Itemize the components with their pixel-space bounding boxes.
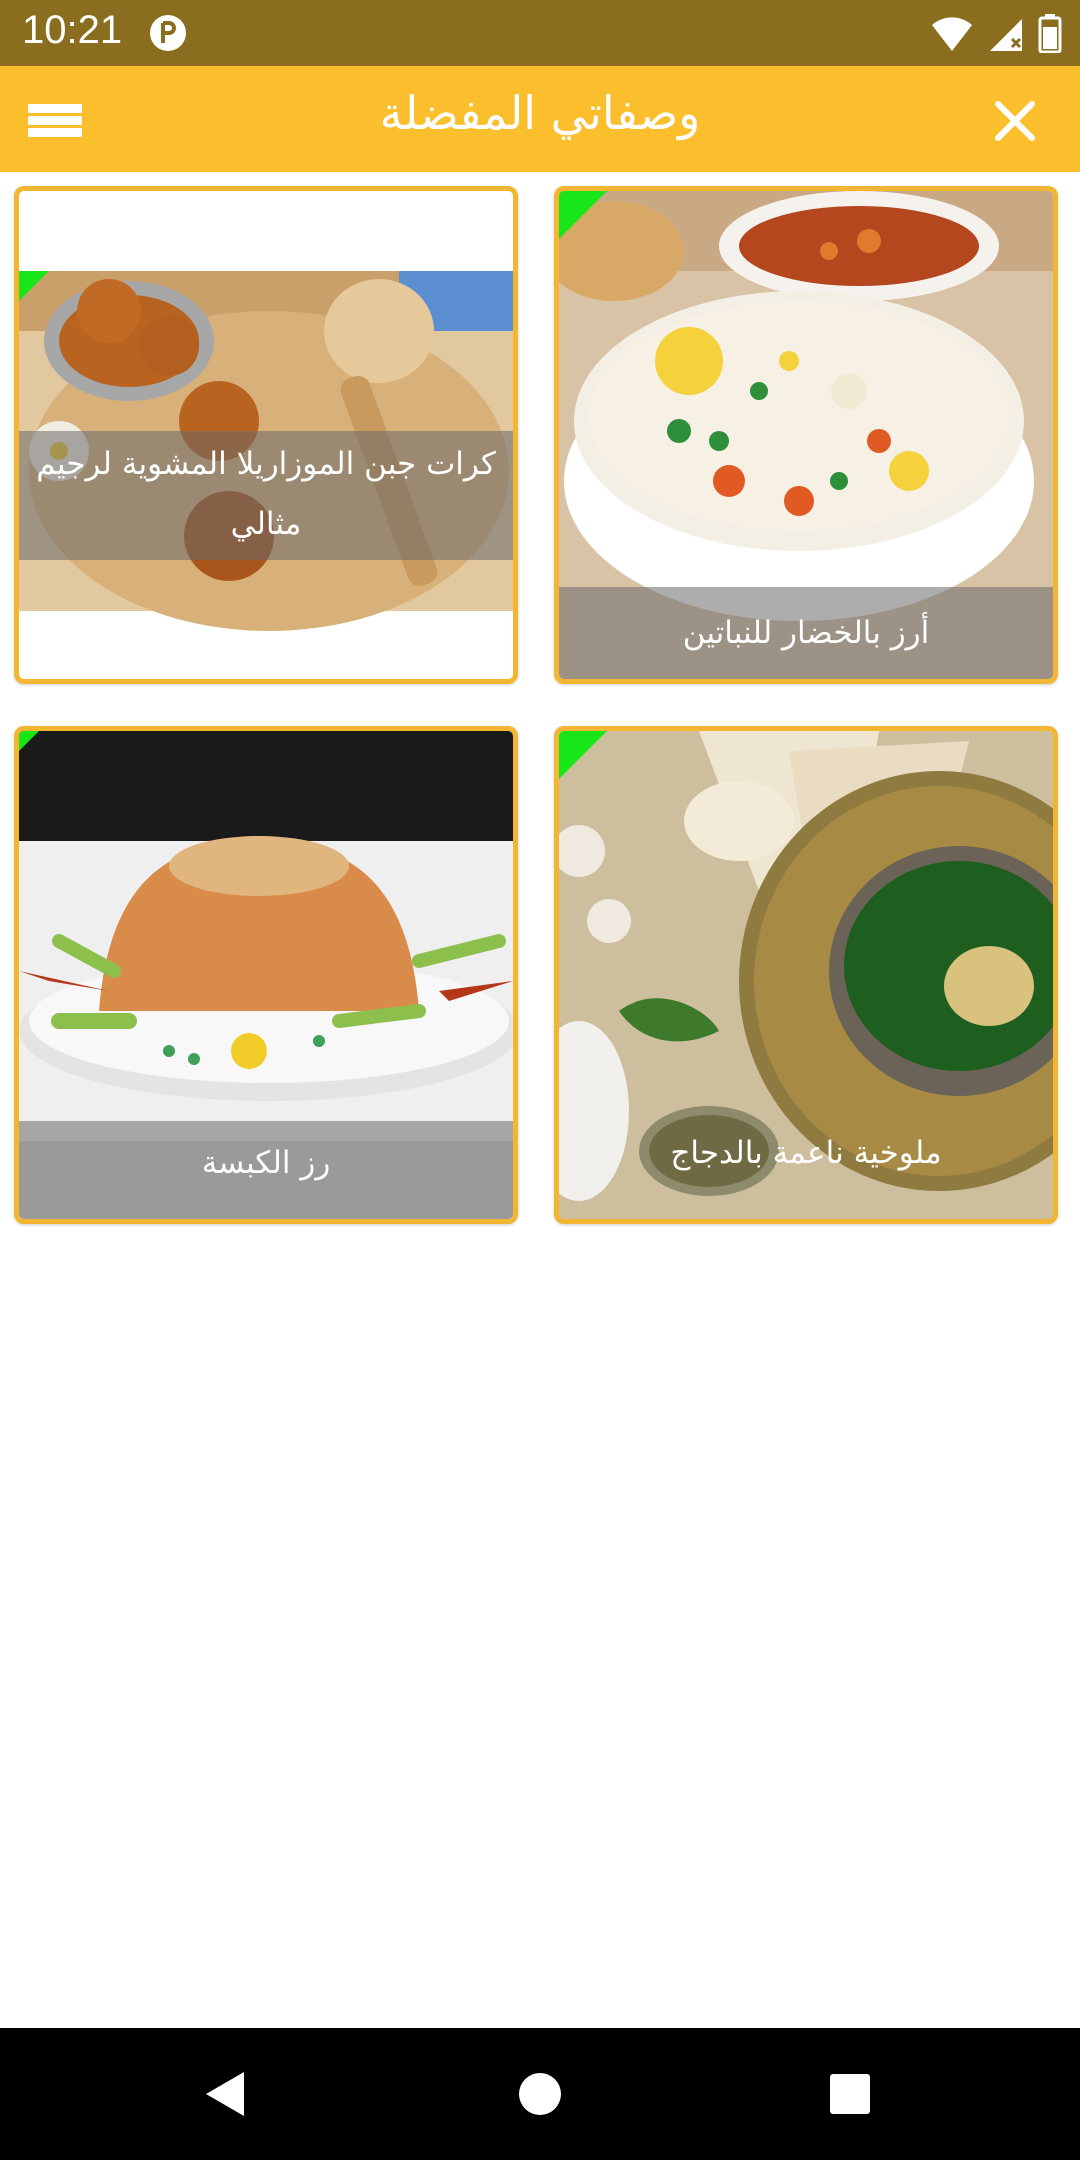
signal-icon: [990, 19, 1022, 51]
new-badge: [19, 271, 49, 301]
navigation-bar: [0, 2028, 1080, 2160]
new-badge: [559, 191, 607, 239]
page-title: وصفاتي المفضلة: [379, 86, 701, 140]
hamburger-menu-icon[interactable]: [22, 96, 88, 146]
recipe-card-kabsa[interactable]: رز الكبسة: [14, 726, 518, 1224]
recipe-title: كرات جبن الموزاريلا المشوية لرجيم مثالي: [19, 431, 513, 560]
recipe-title: رز الكبسة: [19, 1121, 513, 1219]
new-badge: [19, 731, 39, 751]
close-icon[interactable]: [990, 96, 1040, 146]
back-icon[interactable]: [196, 2064, 256, 2124]
wifi-icon: [932, 17, 972, 51]
recents-icon[interactable]: [820, 2064, 880, 2124]
status-icons: [930, 10, 1062, 56]
status-time: 10:21: [22, 8, 123, 52]
recipe-title: أرز بالخضار للنباتين: [559, 587, 1053, 679]
status-bar: 10:21: [0, 0, 1080, 66]
home-icon[interactable]: [510, 2064, 570, 2124]
recipe-card-molokhia[interactable]: ملوخية ناعمة بالدجاج: [554, 726, 1058, 1224]
recipe-title: ملوخية ناعمة بالدجاج: [670, 1135, 942, 1171]
recipe-card-vegetable-rice[interactable]: أرز بالخضار للنباتين: [554, 186, 1058, 684]
app-notification-icon: [150, 15, 186, 51]
recipe-card-mozzarella-balls[interactable]: كرات جبن الموزاريلا المشوية لرجيم مثالي: [14, 186, 518, 684]
app-bar: وصفاتي المفضلة: [0, 66, 1080, 172]
new-badge: [559, 731, 607, 779]
battery-icon: [1038, 14, 1062, 53]
